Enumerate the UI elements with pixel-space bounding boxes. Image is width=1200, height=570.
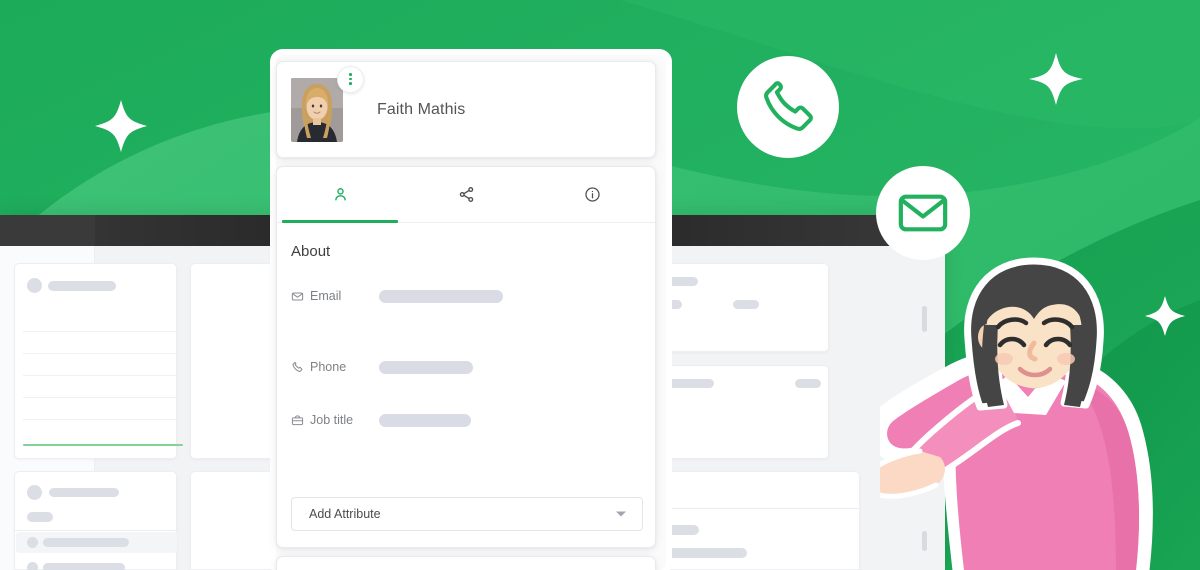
skeleton-chart-baseline (23, 444, 183, 446)
app-titlebar-left-segment (0, 215, 95, 246)
add-attribute-label: Add Attribute (309, 507, 381, 521)
kebab-dot-icon (349, 73, 352, 76)
skeleton-grid-line (23, 375, 183, 376)
kebab-dot-icon (349, 77, 352, 81)
attribute-label-text: Email (310, 289, 342, 303)
skeleton-chart-card (14, 263, 183, 459)
phone-bubble[interactable] (737, 56, 839, 158)
skeleton-avatar-dot (27, 278, 42, 293)
kebab-dot-icon (349, 82, 352, 85)
skeleton-avatar-dot (27, 562, 38, 570)
tab-details[interactable] (529, 167, 655, 222)
phone-icon (292, 361, 303, 372)
attribute-value-placeholder-email[interactable] (379, 289, 503, 303)
contact-tabs (277, 167, 655, 223)
add-attribute-dropdown[interactable]: Add Attribute (291, 497, 643, 531)
attribute-value-placeholder-phone[interactable] (379, 360, 473, 374)
attribute-label-job-title: Job title (291, 413, 379, 427)
chevron-down-icon (616, 511, 626, 517)
active-tab-underline (282, 220, 398, 223)
attribute-label-text: Phone (310, 360, 347, 374)
skeleton-grid-line (23, 331, 183, 332)
skeleton-grid-line (23, 353, 183, 354)
skeleton-avatar-dot (27, 485, 42, 500)
skeleton-row-separator (15, 530, 178, 531)
skeleton-row-bar (43, 563, 125, 570)
info-circle-icon (584, 187, 600, 202)
about-section-title: About (291, 243, 331, 260)
person-icon (334, 188, 346, 201)
contact-header-card: Faith Mathis (276, 61, 656, 158)
skeleton-row-bar (49, 488, 119, 497)
skeleton-sub-bar (733, 300, 759, 309)
tab-relations[interactable] (403, 167, 529, 222)
attribute-row-job-title: Job title (291, 410, 655, 430)
contact-name: Faith Mathis (377, 100, 466, 118)
skeleton-row-bar (43, 538, 129, 547)
skeleton-title-bar (48, 281, 116, 291)
attribute-label-email: Email (291, 289, 379, 303)
support-agent-illustration (880, 257, 1153, 570)
attribute-row-phone: Phone (291, 357, 655, 377)
mail-bubble[interactable] (876, 166, 970, 260)
attribute-value-placeholder-job-title[interactable] (379, 413, 471, 427)
phone-handset-icon (764, 81, 813, 131)
avatar (291, 77, 343, 142)
attribute-row-email: Email (291, 286, 655, 306)
tab-profile[interactable] (277, 167, 403, 223)
skeleton-sub-bar (795, 379, 821, 388)
share-network-icon (459, 187, 473, 202)
envelope-outline-icon (898, 194, 948, 232)
skeleton-grid-line (23, 419, 183, 420)
skeleton-avatar-dot (27, 537, 38, 548)
attribute-label-phone: Phone (291, 360, 379, 374)
organization-card: Organization (276, 556, 656, 570)
briefcase-icon (291, 414, 304, 425)
envelope-icon (291, 291, 304, 301)
contact-more-menu-button[interactable] (337, 65, 364, 93)
skeleton-grid-line (23, 397, 183, 398)
about-card: About Email Phone Job title Add Attribut… (276, 166, 656, 548)
avatar-wrapper (291, 65, 364, 142)
skeleton-row-bar (27, 512, 53, 522)
attribute-label-text: Job title (310, 413, 354, 427)
skeleton-list-card (14, 471, 178, 570)
